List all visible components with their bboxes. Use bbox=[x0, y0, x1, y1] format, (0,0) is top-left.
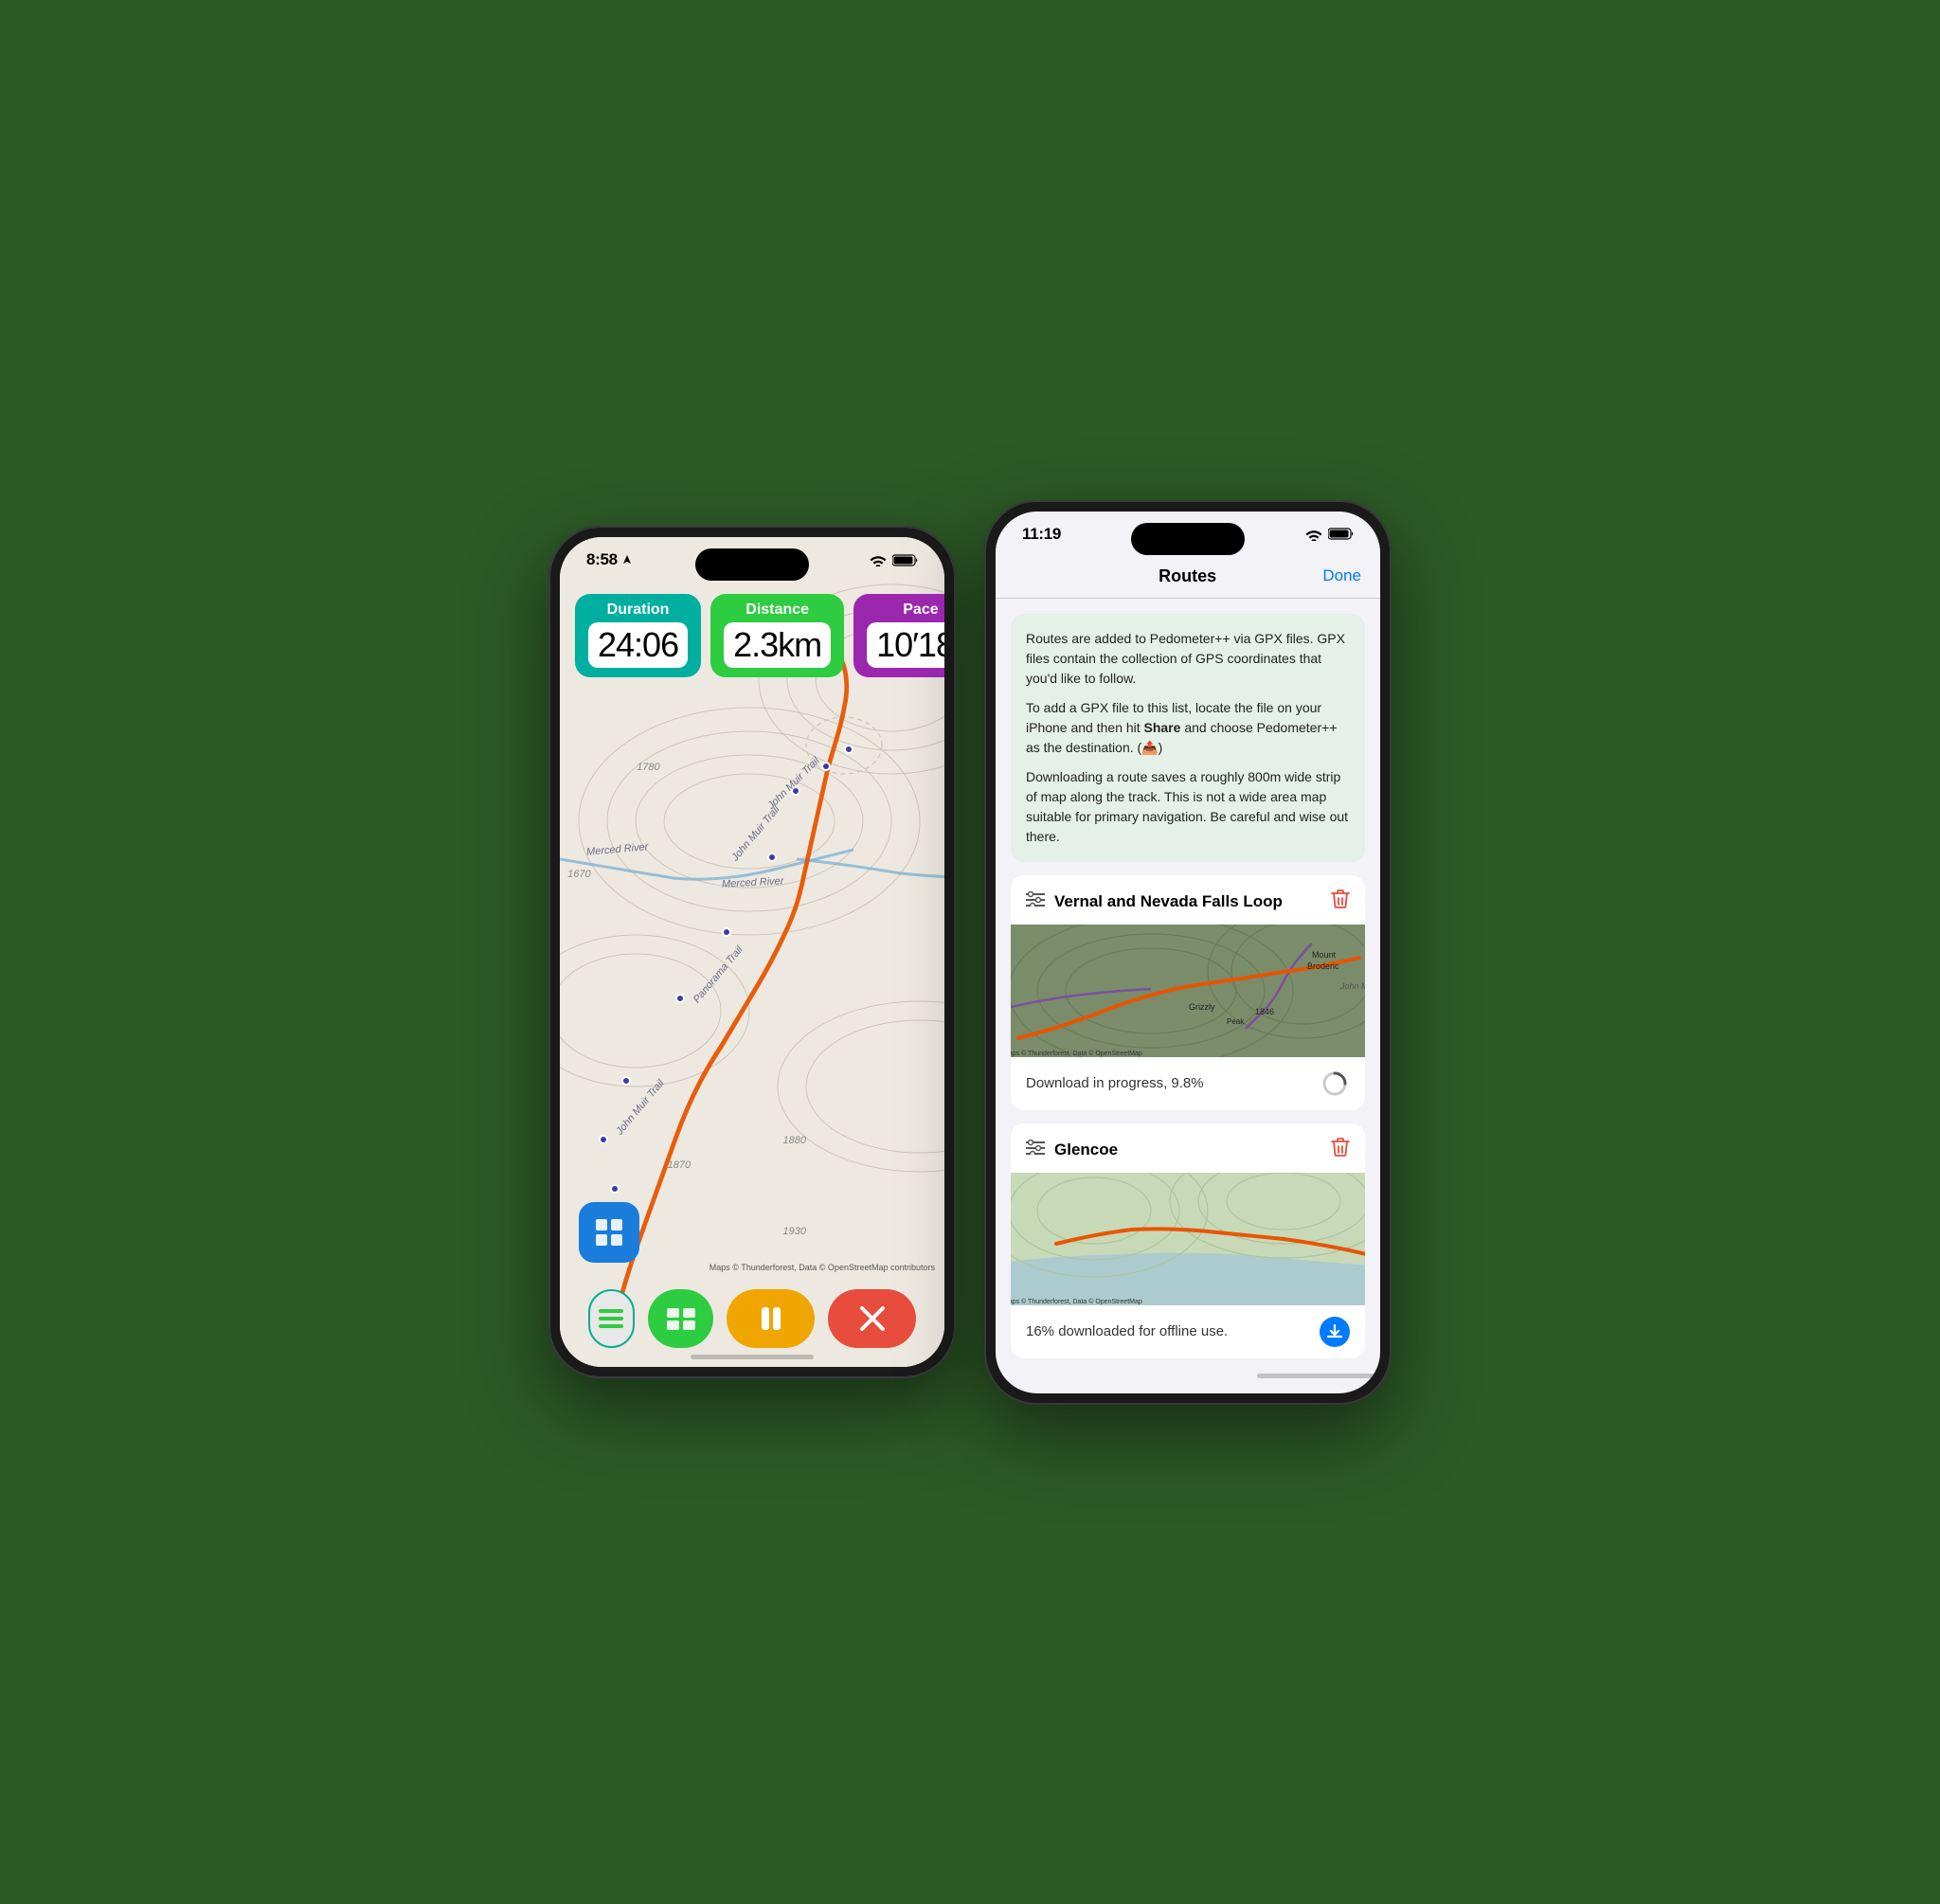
list-icon bbox=[599, 1309, 623, 1328]
battery-icon-2 bbox=[1328, 528, 1354, 540]
label-1930: 1930 bbox=[782, 1226, 805, 1237]
label-1880: 1880 bbox=[782, 1135, 805, 1146]
info-para-2: To add a GPX file to this list, locate t… bbox=[1026, 698, 1350, 758]
route-filter-icon-1 bbox=[1026, 891, 1045, 911]
route-status-1: Download in progress, 9.8% bbox=[1026, 1075, 1204, 1091]
phone-1: 8:58 bbox=[548, 526, 956, 1378]
info-share-bold: Share bbox=[1144, 720, 1181, 735]
status-time-1: 8:58 bbox=[586, 550, 618, 569]
route-dot-4 bbox=[675, 994, 685, 1003]
trash-icon-2 bbox=[1331, 1137, 1350, 1158]
list-button[interactable] bbox=[588, 1289, 635, 1348]
phone-2: 11:19 Routes Done Routes are added to Pe… bbox=[984, 500, 1392, 1405]
route-card-2-header: Glencoe bbox=[1011, 1123, 1365, 1173]
route-card-1: Vernal and Nevada Falls Loop bbox=[1011, 875, 1365, 1110]
toolbar bbox=[560, 1289, 944, 1348]
info-para-1: Routes are added to Pedometer++ via GPX … bbox=[1026, 629, 1350, 689]
delete-route-2-button[interactable] bbox=[1331, 1137, 1350, 1163]
battery-icon bbox=[892, 554, 918, 566]
route-card-2: Glencoe bbox=[1011, 1123, 1365, 1358]
map-toggle-button[interactable] bbox=[648, 1289, 714, 1348]
stop-button[interactable] bbox=[828, 1289, 916, 1348]
route-thumb-svg-1: Grizzly Peak Mount Broderic 1846 John Mu… bbox=[1011, 925, 1365, 1057]
spinner-icon bbox=[1321, 1070, 1348, 1097]
info-para-3: Downloading a route saves a roughly 800m… bbox=[1026, 767, 1350, 847]
home-indicator-1 bbox=[691, 1355, 814, 1359]
sliders-icon-1 bbox=[1026, 891, 1045, 907]
map-squares-icon bbox=[665, 1306, 697, 1331]
dynamic-island-1 bbox=[695, 548, 809, 581]
route-action-spinner-1 bbox=[1320, 1069, 1350, 1099]
route-map-thumb-1: Grizzly Peak Mount Broderic 1846 John Mu… bbox=[1011, 925, 1365, 1057]
route-name-1: Vernal and Nevada Falls Loop bbox=[1054, 892, 1321, 911]
duration-label: Duration bbox=[588, 602, 688, 619]
pace-label: Pace bbox=[867, 602, 944, 619]
phone-2-screen: 11:19 Routes Done Routes are added to Pe… bbox=[996, 512, 1380, 1393]
dynamic-island-2 bbox=[1131, 523, 1245, 555]
svg-text:Broderic: Broderic bbox=[1307, 961, 1339, 971]
distance-value-box: 2.3km bbox=[724, 622, 831, 668]
svg-text:Mount: Mount bbox=[1312, 950, 1337, 960]
download-icon bbox=[1326, 1323, 1343, 1340]
info-card: Routes are added to Pedometer++ via GPX … bbox=[1011, 614, 1365, 862]
status-time-2: 11:19 bbox=[1022, 525, 1061, 544]
home-indicator-2 bbox=[1257, 1374, 1380, 1378]
svg-text:1846: 1846 bbox=[1255, 1007, 1274, 1016]
svg-text:Peak: Peak bbox=[1227, 1017, 1245, 1026]
pace-value-box: 10′18″ bbox=[867, 622, 944, 668]
route-card-1-footer: Download in progress, 9.8% bbox=[1011, 1057, 1365, 1110]
route-card-2-footer: 16% downloaded for offline use. bbox=[1011, 1305, 1365, 1358]
wifi-icon-2 bbox=[1305, 528, 1322, 541]
duration-value-box: 24:06 bbox=[588, 622, 688, 668]
route-filter-icon-2 bbox=[1026, 1140, 1045, 1159]
label-1870: 1870 bbox=[668, 1159, 691, 1171]
pace-widget: Pace 10′18″ bbox=[853, 594, 944, 677]
map-view: Merced River Merced River John Muir Trai… bbox=[560, 537, 944, 1367]
svg-text:Grizzly: Grizzly bbox=[1189, 1002, 1215, 1012]
label-1780: 1780 bbox=[637, 762, 659, 773]
route-dot-8 bbox=[821, 762, 831, 771]
routes-content: Routes are added to Pedometer++ via GPX … bbox=[996, 599, 1380, 1374]
svg-text:John Muir: John Muir bbox=[1339, 981, 1365, 991]
distance-value: 2.3km bbox=[733, 628, 821, 662]
map-grid-icon bbox=[592, 1215, 626, 1249]
route-map-thumb-2: Maps © Thunderforest, Data © OpenStreetM… bbox=[1011, 1173, 1365, 1305]
map-attribution: Maps © Thunderforest, Data © OpenStreetM… bbox=[710, 1263, 935, 1272]
wifi-icon bbox=[870, 553, 887, 566]
route-dot-5 bbox=[722, 927, 731, 937]
distance-label: Distance bbox=[724, 602, 831, 619]
pace-value: 10′18″ bbox=[876, 628, 944, 662]
stats-row: Duration 24:06 Distance 2.3km Pace 10′18… bbox=[575, 594, 944, 677]
pause-icon bbox=[758, 1305, 784, 1332]
routes-title: Routes bbox=[1052, 566, 1322, 586]
trash-icon-1 bbox=[1331, 889, 1350, 909]
sliders-icon-2 bbox=[1026, 1140, 1045, 1155]
pause-button[interactable] bbox=[727, 1289, 815, 1348]
distance-widget: Distance 2.3km bbox=[710, 594, 844, 677]
route-thumb-svg-2: Maps © Thunderforest, Data © OpenStreetM… bbox=[1011, 1173, 1365, 1305]
route-dot-2 bbox=[599, 1135, 608, 1144]
route-dot-1 bbox=[610, 1184, 620, 1194]
map-app-icon-button[interactable] bbox=[579, 1202, 639, 1263]
done-button[interactable]: Done bbox=[1322, 566, 1361, 585]
phone-1-screen: 8:58 bbox=[560, 537, 944, 1367]
route-name-2: Glencoe bbox=[1054, 1141, 1321, 1159]
label-1670: 1670 bbox=[567, 869, 590, 880]
route-card-1-header: Vernal and Nevada Falls Loop bbox=[1011, 875, 1365, 925]
stop-x-icon bbox=[860, 1306, 885, 1331]
duration-value: 24:06 bbox=[598, 628, 678, 662]
delete-route-1-button[interactable] bbox=[1331, 889, 1350, 915]
status-icons-2 bbox=[1305, 528, 1354, 541]
svg-text:Maps © Thunderforest, Data © O: Maps © Thunderforest, Data © OpenStreetM… bbox=[1011, 1050, 1142, 1057]
status-icons-1 bbox=[870, 553, 918, 566]
route-status-2: 16% downloaded for offline use. bbox=[1026, 1323, 1228, 1339]
duration-widget: Duration 24:06 bbox=[575, 594, 701, 677]
download-button-route-2[interactable] bbox=[1320, 1317, 1350, 1347]
location-arrow-icon bbox=[621, 554, 633, 566]
svg-text:Maps © Thunderforest, Data © O: Maps © Thunderforest, Data © OpenStreetM… bbox=[1011, 1298, 1142, 1305]
